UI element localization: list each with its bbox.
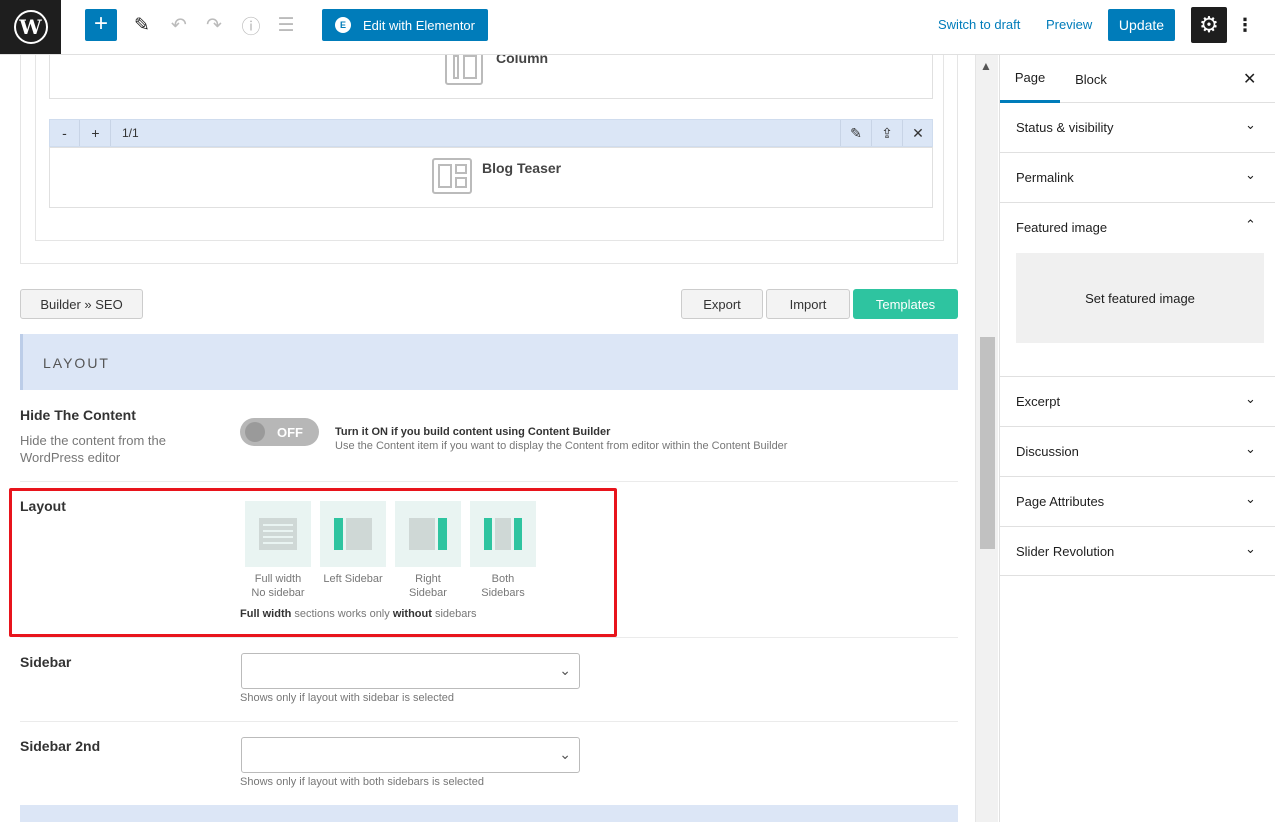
chevron-down-icon: ⌄ xyxy=(1245,441,1256,456)
panel-title: Permalink xyxy=(1016,170,1074,185)
import-button[interactable]: Import xyxy=(766,289,850,319)
layout-section-title: LAYOUT xyxy=(43,355,110,371)
hide-content-toggle[interactable]: OFF xyxy=(240,418,319,446)
increase-size-button[interactable]: + xyxy=(81,120,111,146)
panel-status-visibility[interactable]: Status & visibility ⌄ xyxy=(1000,103,1275,153)
templates-button[interactable]: Templates xyxy=(853,289,958,319)
elementor-icon: E xyxy=(335,17,351,33)
main-scrollbar[interactable]: ▲ xyxy=(975,55,998,822)
chevron-down-icon: ⌄ xyxy=(1245,491,1256,506)
layout-highlight-box xyxy=(9,488,617,637)
panel-title: Page Attributes xyxy=(1016,494,1105,509)
panel-discussion[interactable]: Discussion ⌄ xyxy=(1000,427,1275,477)
tab-page[interactable]: Page xyxy=(1000,55,1060,103)
edit-pen-icon[interactable]: ✎ xyxy=(129,12,155,38)
edit-item-icon[interactable]: ✎ xyxy=(840,120,871,146)
chevron-down-icon: ⌄ xyxy=(559,746,571,762)
switch-to-draft-link[interactable]: Switch to draft xyxy=(938,17,1020,32)
wordpress-logo-icon: W xyxy=(13,10,48,44)
update-button[interactable]: Update xyxy=(1108,9,1175,41)
editor-toolbar: W + ✎ ↶ ↷ ⓘ ☰ E Edit with Elementor Swit… xyxy=(0,0,1275,55)
item-size-label: 1/1 xyxy=(122,126,139,140)
more-options-icon[interactable]: ⋮ xyxy=(1236,12,1254,38)
builder-seo-button[interactable]: Builder » SEO xyxy=(20,289,143,319)
panel-title: Status & visibility xyxy=(1016,120,1114,135)
redo-icon[interactable]: ↷ xyxy=(201,12,227,38)
chevron-up-icon: ⌃ xyxy=(1245,217,1256,232)
hide-content-description: Hide the content from the WordPress edit… xyxy=(20,433,166,465)
sidebar-select-label: Sidebar xyxy=(20,654,72,670)
panel-slider-revolution[interactable]: Slider Revolution ⌄ xyxy=(1000,527,1275,576)
scroll-up-icon[interactable]: ▲ xyxy=(980,59,992,73)
chevron-down-icon: ⌄ xyxy=(1245,391,1256,406)
toggle-hint-text: Use the Content item if you want to disp… xyxy=(335,440,788,452)
clone-item-icon[interactable]: ⇪ xyxy=(871,120,902,146)
tab-block[interactable]: Block xyxy=(1060,55,1122,103)
sidebar-tabs: Page Block ✕ xyxy=(1000,55,1275,103)
panel-permalink[interactable]: Permalink ⌄ xyxy=(1000,153,1275,203)
export-button[interactable]: Export xyxy=(681,289,763,319)
info-icon[interactable]: ⓘ xyxy=(238,12,264,38)
sidebar-select-hint: Shows only if layout with sidebar is sel… xyxy=(240,692,454,704)
elementor-button-label: Edit with Elementor xyxy=(363,17,475,33)
scroll-thumb[interactable] xyxy=(980,337,995,549)
next-section-header xyxy=(20,805,958,822)
hide-content-label: Hide The Content xyxy=(20,407,136,423)
panel-title: Discussion xyxy=(1016,444,1079,459)
layout-section-header: LAYOUT xyxy=(20,334,958,390)
divider xyxy=(20,637,958,638)
preview-link[interactable]: Preview xyxy=(1046,17,1092,32)
outline-icon[interactable]: ☰ xyxy=(273,12,299,38)
builder-section: Column - + 1/1 ✎ ⇪ ✕ Blog Teaser xyxy=(20,55,958,264)
divider xyxy=(20,721,958,722)
panel-page-attributes[interactable]: Page Attributes ⌄ xyxy=(1000,477,1275,527)
settings-gear-icon[interactable]: ⚙ xyxy=(1191,7,1227,43)
column-icon xyxy=(445,55,483,85)
sidebar-select[interactable]: ⌄ xyxy=(241,653,580,689)
blog-teaser-label: Blog Teaser xyxy=(482,160,562,176)
chevron-down-icon: ⌄ xyxy=(1245,167,1256,182)
panel-title: Slider Revolution xyxy=(1016,544,1115,559)
edit-with-elementor-button[interactable]: E Edit with Elementor xyxy=(322,9,488,41)
delete-item-icon[interactable]: ✕ xyxy=(902,120,933,146)
toggle-state-label: OFF xyxy=(277,425,303,440)
blog-teaser-icon xyxy=(432,158,472,194)
panel-excerpt[interactable]: Excerpt ⌄ xyxy=(1000,377,1275,427)
sidebar2-select-hint: Shows only if layout with both sidebars … xyxy=(240,776,484,788)
chevron-down-icon: ⌄ xyxy=(1245,117,1256,132)
undo-icon[interactable]: ↶ xyxy=(166,12,192,38)
settings-sidebar: Page Block ✕ Status & visibility ⌄ Perma… xyxy=(999,55,1275,822)
blog-teaser-item[interactable]: Blog Teaser xyxy=(49,147,933,208)
panel-title: Excerpt xyxy=(1016,394,1061,409)
sidebar2-select-label: Sidebar 2nd xyxy=(20,738,101,754)
wordpress-logo-button[interactable]: W xyxy=(0,0,61,54)
editor-main: Column - + 1/1 ✎ ⇪ ✕ Blog Teaser Builder… xyxy=(0,55,975,822)
decrease-size-button[interactable]: - xyxy=(50,120,80,146)
sidebar2-select[interactable]: ⌄ xyxy=(241,737,580,773)
column-label: Column xyxy=(496,55,549,66)
panel-featured-image[interactable]: Featured image ⌃ Set featured image xyxy=(1000,203,1275,377)
toggle-knob xyxy=(245,422,265,442)
divider xyxy=(20,481,958,482)
builder-wrap: Column - + 1/1 ✎ ⇪ ✕ Blog Teaser xyxy=(35,55,944,241)
close-icon[interactable]: ✕ xyxy=(1243,69,1256,89)
chevron-down-icon: ⌄ xyxy=(559,662,571,678)
column-item[interactable]: Column xyxy=(49,55,933,99)
chevron-down-icon: ⌄ xyxy=(1245,541,1256,556)
item-toolbar: - + 1/1 ✎ ⇪ ✕ xyxy=(49,119,933,147)
panel-title: Featured image xyxy=(1016,220,1108,235)
add-block-button[interactable]: + xyxy=(85,9,117,41)
set-featured-image-button[interactable]: Set featured image xyxy=(1016,253,1264,343)
toggle-hint-title: Turn it ON if you build content using Co… xyxy=(335,426,611,438)
